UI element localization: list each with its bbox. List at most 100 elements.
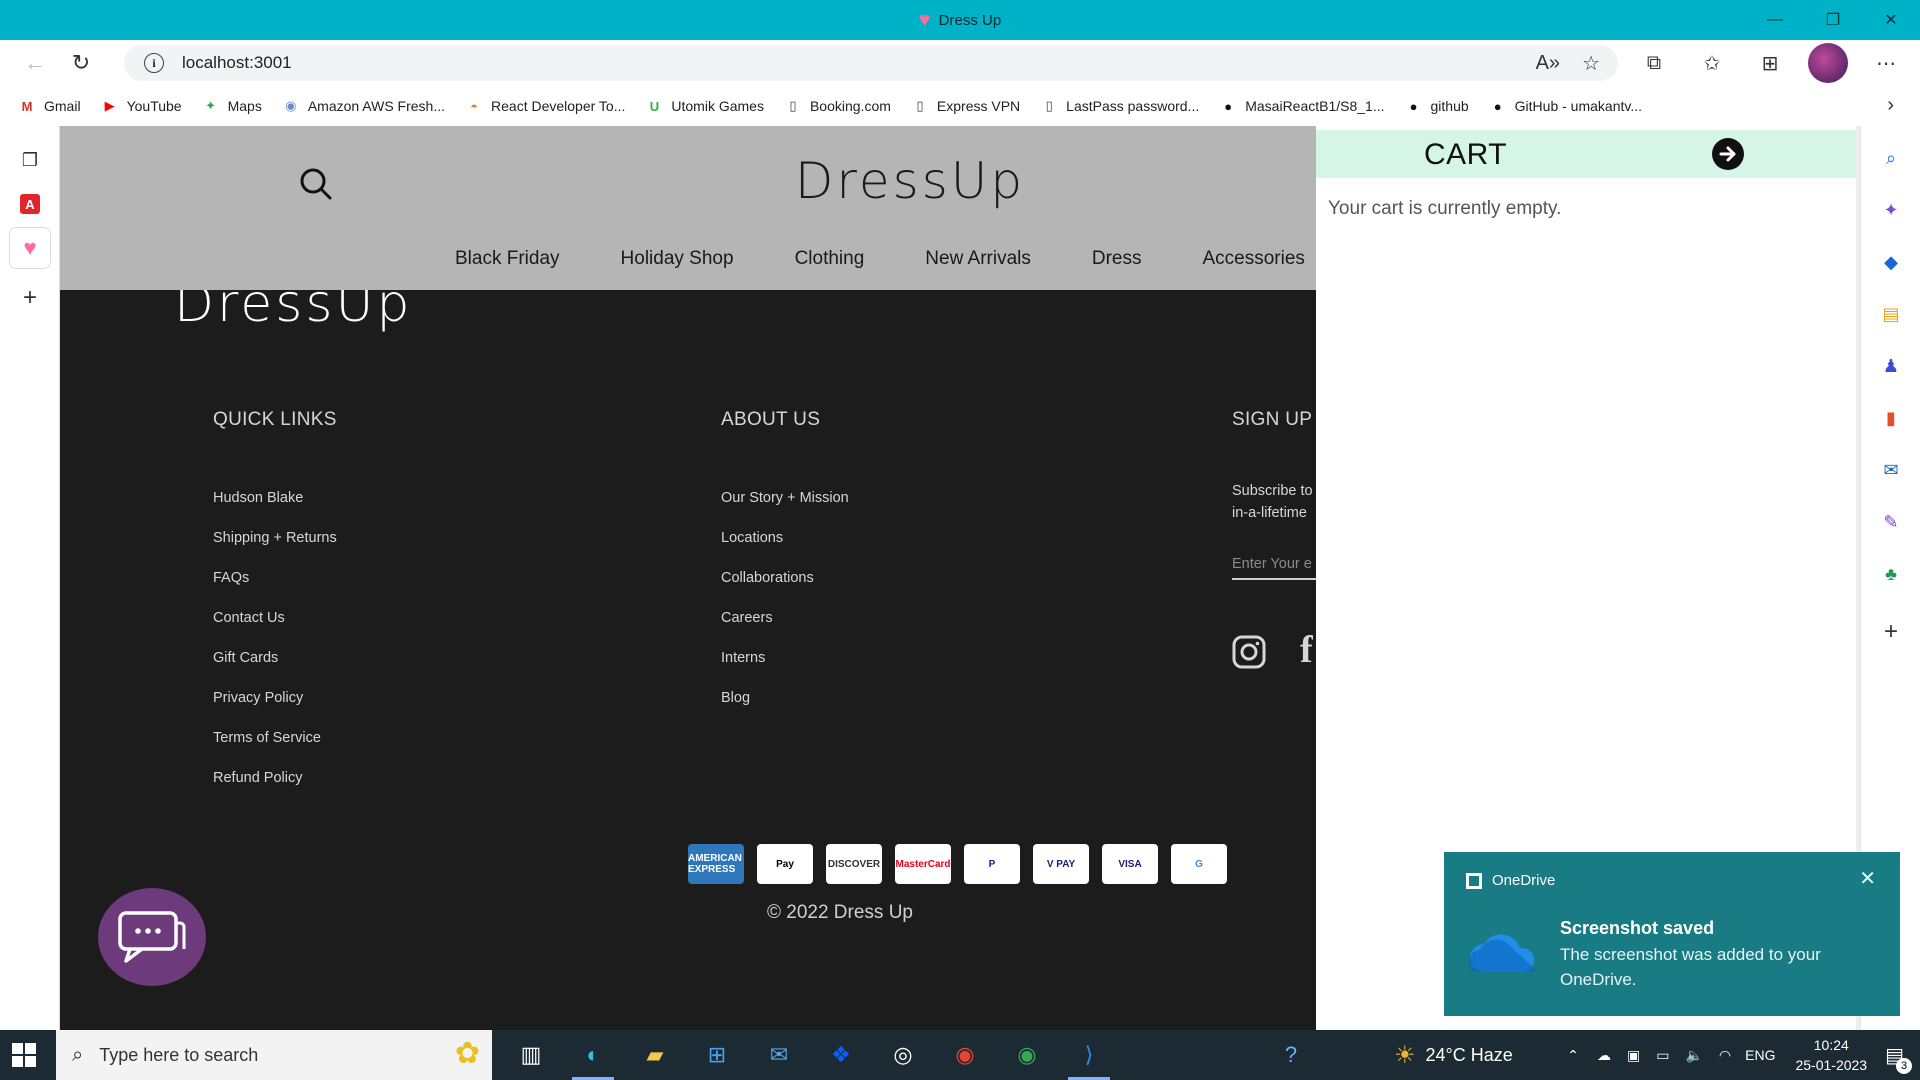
mail-icon[interactable]: ✉ [748, 1030, 810, 1080]
aws-icon: ◉ [285, 98, 297, 113]
nav-item[interactable]: Black Friday [455, 248, 560, 270]
profile-avatar[interactable] [1808, 43, 1848, 83]
outlook-icon[interactable]: ✉ [1871, 450, 1911, 490]
designer-icon[interactable]: ✎ [1871, 502, 1911, 542]
office-icon[interactable]: ▮ [1871, 398, 1911, 438]
footer-link[interactable]: Collaborations [721, 558, 849, 598]
payment-card-icon: Pay [757, 844, 813, 884]
facebook-icon[interactable]: f [1300, 628, 1313, 672]
nav-item[interactable]: Clothing [795, 248, 865, 270]
bookmark-item[interactable]: M Gmail [18, 98, 81, 114]
weather-widget[interactable]: ☀ 24°C Haze [1394, 1030, 1513, 1080]
footer-link[interactable]: Locations [721, 518, 849, 558]
footer-link[interactable]: FAQs [213, 558, 337, 598]
footer-link[interactable]: Refund Policy [213, 758, 337, 798]
chat-button[interactable] [98, 888, 206, 986]
footer-link[interactable]: Blog [721, 678, 849, 718]
bookmark-label: GitHub - umakantv... [1514, 98, 1643, 114]
site-logo[interactable]: DressUp [60, 152, 1316, 210]
add-favorite-icon[interactable]: ☆ [1582, 51, 1600, 76]
bookmark-item[interactable]: ● MasaiReactB1/S8_1... [1219, 98, 1384, 114]
footer-link[interactable]: Hudson Blake [213, 478, 337, 518]
back-button[interactable]: ← [12, 43, 58, 83]
bookmark-item[interactable]: ▯ Booking.com [784, 98, 891, 114]
bookmark-item[interactable]: U Utomik Games [645, 98, 764, 114]
tree-icon[interactable]: ♣ [1871, 554, 1911, 594]
close-notification-icon[interactable]: ✕ [1859, 866, 1876, 891]
tab-dressup[interactable]: ♥ [10, 228, 50, 268]
bookmarks-overflow-icon[interactable]: › [1887, 94, 1894, 117]
task-view-icon[interactable]: ▥ [500, 1030, 562, 1080]
games-icon[interactable]: ♟ [1871, 346, 1911, 386]
nav-item[interactable]: Holiday Shop [621, 248, 734, 270]
minimize-button[interactable]: — [1746, 0, 1804, 40]
bookmark-item[interactable]: ◉ Amazon AWS Fresh... [282, 98, 445, 114]
read-aloud-icon[interactable]: A» [1536, 52, 1560, 75]
footer-link[interactable]: Gift Cards [213, 638, 337, 678]
nav-item[interactable]: New Arrivals [925, 248, 1031, 270]
store-icon[interactable]: ⊞ [686, 1030, 748, 1080]
help-icon[interactable]: ? [1260, 1030, 1322, 1080]
dropbox-icon[interactable]: ❖ [810, 1030, 872, 1080]
close-cart-button[interactable] [1712, 138, 1744, 170]
tab-actions-icon[interactable]: ❐ [10, 140, 50, 180]
taskbar-apps: ▥ ◐ ▰ ⊞ ✉ ❖ ◎ ◉ ◉ ⟩ ? [500, 1030, 1322, 1080]
footer-link[interactable]: Terms of Service [213, 718, 337, 758]
chevron-up-icon[interactable]: ⌃ [1567, 1047, 1579, 1064]
footer-link[interactable]: Shipping + Returns [213, 518, 337, 558]
bookmark-item[interactable]: ▯ Express VPN [911, 98, 1020, 114]
restore-button[interactable]: ❐ [1804, 0, 1862, 40]
copilot-icon[interactable]: ✦ [1871, 190, 1911, 230]
edge-icon[interactable]: ◐ [562, 1030, 624, 1080]
maps-icon: ✦ [205, 98, 217, 113]
bookmark-item[interactable]: ✦ Maps [202, 98, 262, 114]
language-indicator[interactable]: ENG [1745, 1047, 1775, 1063]
window-title: Dress Up [938, 11, 1002, 29]
close-window-button[interactable]: ✕ [1862, 0, 1920, 40]
device-icon[interactable]: ▣ [1627, 1047, 1640, 1064]
new-tab-icon[interactable]: + [10, 278, 50, 318]
footer-link[interactable]: Contact Us [213, 598, 337, 638]
notification-center-icon[interactable]: ▤ 3 [1885, 1043, 1912, 1074]
bookmark-item[interactable]: ● GitHub - umakantv... [1489, 98, 1642, 114]
collections-icon[interactable]: ⊞ [1750, 43, 1790, 83]
chat-icon [118, 911, 186, 963]
bookmark-item[interactable]: ● github [1405, 98, 1469, 114]
footer-link[interactable]: Careers [721, 598, 849, 638]
app-icon[interactable]: ◎ [872, 1030, 934, 1080]
add-sidebar-app-icon[interactable]: + [1871, 612, 1911, 652]
footer-link[interactable]: Our Story + Mission [721, 478, 849, 518]
taskbar-search[interactable]: ⌕ Type here to search ✿ [56, 1030, 492, 1080]
volume-icon[interactable]: 🔈 [1685, 1047, 1702, 1064]
extensions-icon[interactable]: ⧉ [1634, 43, 1674, 83]
chrome-profile-icon[interactable]: ◉ [996, 1030, 1058, 1080]
start-button[interactable] [12, 1043, 36, 1067]
nav-item[interactable]: Accessories [1202, 248, 1304, 270]
site-info-icon[interactable]: i [144, 53, 164, 73]
onedrive-tray-icon[interactable]: ☁ [1597, 1047, 1611, 1064]
chrome-icon[interactable]: ◉ [934, 1030, 996, 1080]
instagram-icon[interactable] [1232, 635, 1266, 669]
shopping-tag-icon[interactable]: ◆ [1871, 242, 1911, 282]
wifi-icon[interactable]: ◠ [1719, 1047, 1731, 1064]
address-bar[interactable]: i localhost:3001 [124, 45, 1618, 81]
search-icon[interactable]: ⌕ [1871, 138, 1911, 178]
battery-icon[interactable]: ▭ [1656, 1047, 1669, 1064]
bookmark-item[interactable]: ▶ YouTube [101, 98, 182, 114]
tab-acrobat[interactable]: A [10, 184, 50, 224]
bookmark-item[interactable]: ▯ LastPass password... [1040, 98, 1200, 114]
footer-link[interactable]: Interns [721, 638, 849, 678]
nav-item[interactable]: Dress [1092, 248, 1142, 270]
favorites-icon[interactable]: ✩ [1692, 43, 1732, 83]
file-explorer-icon[interactable]: ▰ [624, 1030, 686, 1080]
bookmark-item[interactable]: ◓ React Developer To... [465, 98, 625, 114]
email-input[interactable] [1232, 550, 1316, 580]
refresh-button[interactable]: ↻ [58, 43, 104, 83]
onedrive-notification[interactable]: OneDrive ✕ Screenshot saved The screensh… [1444, 852, 1900, 1016]
tools-icon[interactable]: ▤ [1871, 294, 1911, 334]
utomik-icon: U [649, 98, 660, 114]
footer-link[interactable]: Privacy Policy [213, 678, 337, 718]
vscode-icon[interactable]: ⟩ [1058, 1030, 1120, 1080]
clock[interactable]: 10:24 25-01-2023 [1795, 1035, 1867, 1075]
more-menu-icon[interactable]: ⋯ [1866, 43, 1906, 83]
